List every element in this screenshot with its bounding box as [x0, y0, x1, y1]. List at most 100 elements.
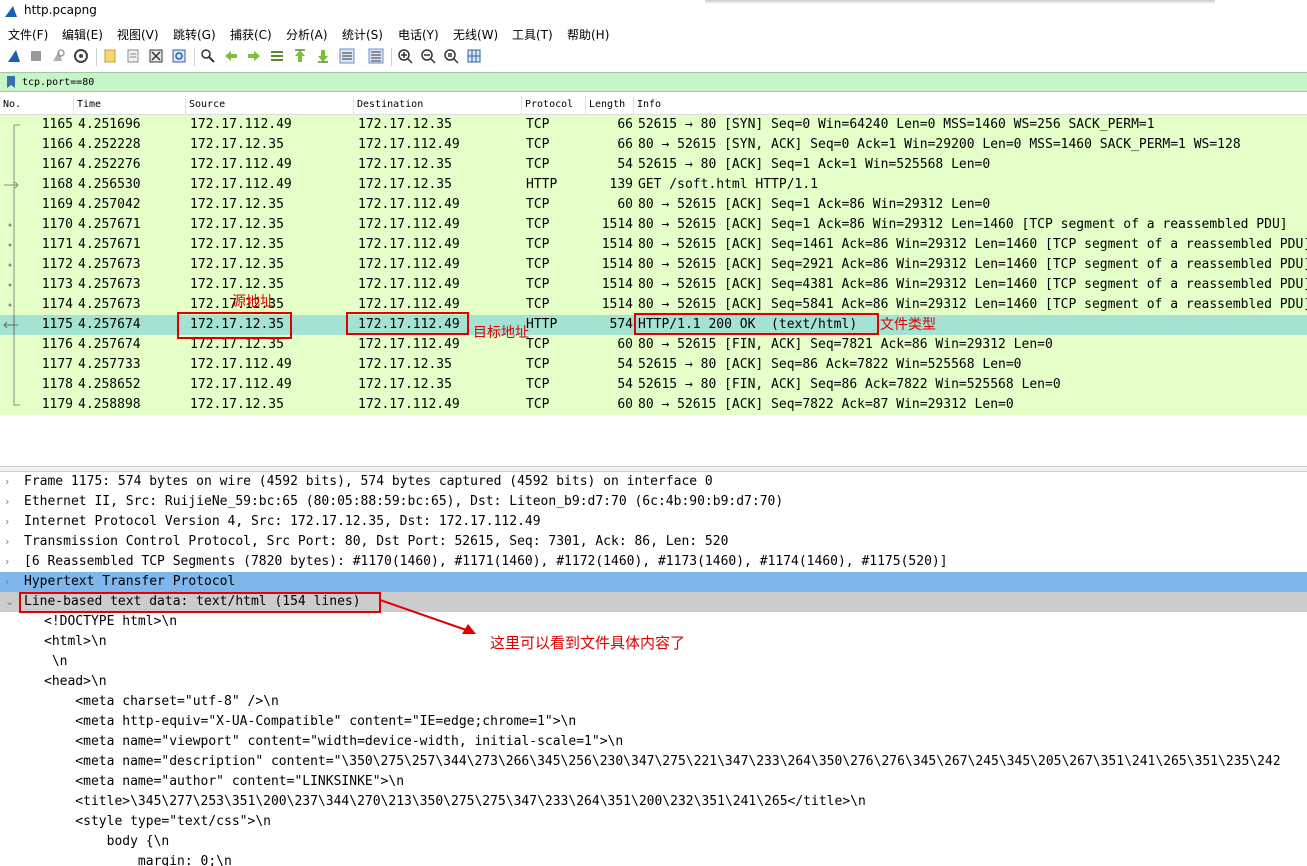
column-header-length[interactable]: Length [586, 96, 634, 114]
packet-info: 80 → 52615 [ACK] Seq=2921 Ack=86 Win=293… [638, 257, 1307, 272]
column-header-time[interactable]: Time [74, 96, 186, 114]
packet-row[interactable]: 1177 4.257733 172.17.112.49 172.17.12.35… [0, 355, 1307, 375]
detail-row-http[interactable]: › Hypertext Transfer Protocol [0, 572, 1307, 592]
packet-length: 60 [617, 197, 633, 212]
expand-arrow-icon[interactable]: › [5, 552, 17, 572]
expand-arrow-icon[interactable]: › [5, 572, 17, 592]
zoom-in-icon[interactable] [397, 48, 413, 64]
detail-row-tcp[interactable]: › Transmission Control Protocol, Src Port… [0, 532, 1307, 552]
bookmark-icon[interactable] [6, 75, 16, 89]
menu-edit[interactable]: 编辑(E) [62, 26, 103, 43]
packet-protocol: TCP [526, 237, 550, 252]
column-header-info[interactable]: Info [634, 96, 1307, 114]
packet-row[interactable]: 1167 4.252276 172.17.112.49 172.17.12.35… [0, 155, 1307, 175]
packet-row[interactable]: 1165 4.251696 172.17.112.49 172.17.12.35… [0, 115, 1307, 135]
zoom-normal-icon[interactable] [443, 48, 459, 64]
restart-icon[interactable] [50, 48, 66, 64]
expand-arrow-icon[interactable]: › [5, 492, 17, 512]
open-icon[interactable] [102, 48, 118, 64]
text-data-line[interactable]: margin: 0;\n [0, 852, 1307, 866]
packet-source: 172.17.12.35 [190, 257, 284, 272]
packet-protocol: TCP [526, 397, 550, 412]
menu-help[interactable]: 帮助(H) [567, 26, 609, 43]
packet-no: 1169 [41, 197, 73, 212]
text-data-line[interactable]: <meta http-equiv="X-UA-Compatible" conte… [0, 712, 1307, 732]
stop-icon[interactable] [28, 48, 44, 64]
column-header-destination[interactable]: Destination [354, 96, 522, 114]
packet-info: 52615 → 80 [ACK] Seq=1 Ack=1 Win=525568 … [638, 157, 991, 172]
column-header-source[interactable]: Source [186, 96, 354, 114]
packet-row[interactable]: 1166 4.252228 172.17.12.35 172.17.112.49… [0, 135, 1307, 155]
text-data-line[interactable]: body {\n [0, 832, 1307, 852]
packet-row[interactable]: 1168 4.256530 172.17.112.49 172.17.12.35… [0, 175, 1307, 195]
packet-row[interactable]: 1179 4.258898 172.17.12.35 172.17.112.49… [0, 395, 1307, 415]
text-data-line[interactable]: <head>\n [0, 672, 1307, 692]
packet-info: 80 → 52615 [ACK] Seq=1 Ack=86 Win=29312 … [638, 217, 1288, 232]
packet-time: 4.251696 [78, 117, 141, 132]
column-header-protocol[interactable]: Protocol [522, 96, 586, 114]
packet-length: 54 [617, 357, 633, 372]
collapse-arrow-icon[interactable]: ⌄ [5, 592, 17, 612]
packet-row[interactable]: 1169 4.257042 172.17.12.35 172.17.112.49… [0, 195, 1307, 215]
column-header-no[interactable]: No. [0, 96, 74, 114]
expand-arrow-icon[interactable]: › [5, 532, 17, 552]
packet-row[interactable]: 1178 4.258652 172.17.112.49 172.17.12.35… [0, 375, 1307, 395]
autoscroll-icon[interactable] [339, 48, 355, 64]
text-data-line[interactable]: <meta name="description" content="\350\2… [0, 752, 1307, 772]
packet-row[interactable]: 1173 4.257673 172.17.12.35 172.17.112.49… [0, 275, 1307, 295]
goto-icon[interactable] [269, 48, 285, 64]
menu-telephony[interactable]: 电话(Y) [398, 26, 439, 43]
packet-protocol: TCP [526, 157, 550, 172]
packet-row[interactable]: 1170 4.257671 172.17.12.35 172.17.112.49… [0, 215, 1307, 235]
expand-arrow-icon[interactable]: › [5, 472, 17, 492]
packet-length: 1514 [601, 257, 633, 272]
text-data-line[interactable]: <title>\345\277\253\351\200\237\344\270\… [0, 792, 1307, 812]
annotation-label-content: 这里可以看到文件具体内容了 [490, 634, 686, 652]
last-icon[interactable] [315, 48, 331, 64]
close-file-icon[interactable] [148, 48, 164, 64]
menu-file[interactable]: 文件(F) [8, 26, 48, 43]
menu-go[interactable]: 跳转(G) [173, 26, 216, 43]
detail-row-ethernet[interactable]: › Ethernet II, Src: RuijieNe_59:bc:65 (80… [0, 492, 1307, 512]
menu-view[interactable]: 视图(V) [117, 26, 159, 43]
packet-time: 4.257671 [78, 237, 141, 252]
display-filter-input[interactable] [22, 74, 1302, 90]
text-data-line[interactable]: <!DOCTYPE html>\n [0, 612, 1307, 632]
text-data-line[interactable]: <style type="text/css">\n [0, 812, 1307, 832]
detail-row-reassembled[interactable]: › [6 Reassembled TCP Segments (7820 bytes… [0, 552, 1307, 572]
reload-icon[interactable] [171, 48, 187, 64]
packet-source: 172.17.112.49 [190, 357, 292, 372]
packet-time: 4.252228 [78, 137, 141, 152]
menu-statistics[interactable]: 统计(S) [342, 26, 383, 43]
forward-icon[interactable] [246, 48, 262, 64]
menu-analyze[interactable]: 分析(A) [286, 26, 328, 43]
expand-arrow-icon[interactable]: › [5, 512, 17, 532]
back-icon[interactable] [223, 48, 239, 64]
colorize-icon[interactable] [368, 48, 384, 64]
detail-row-frame[interactable]: › Frame 1175: 574 bytes on wire (4592 bit… [0, 472, 1307, 492]
detail-text: <style type="text/css">\n [44, 814, 271, 829]
zoom-out-icon[interactable] [420, 48, 436, 64]
packet-info: 80 → 52615 [SYN, ACK] Seq=0 Ack=1 Win=29… [638, 137, 1241, 152]
first-icon[interactable] [292, 48, 308, 64]
menu-tools[interactable]: 工具(T) [512, 26, 553, 43]
detail-text: <meta name="author" content="LINKSINKE">… [44, 774, 405, 789]
options-icon[interactable] [73, 48, 89, 64]
packet-time: 4.257733 [78, 357, 141, 372]
packet-info: 52615 → 80 [SYN] Seq=0 Win=64240 Len=0 M… [638, 117, 1155, 132]
detail-row-ip[interactable]: › Internet Protocol Version 4, Src: 172.1… [0, 512, 1307, 532]
packet-row[interactable]: 1171 4.257671 172.17.12.35 172.17.112.49… [0, 235, 1307, 255]
packet-info: 52615 → 80 [FIN, ACK] Seq=86 Ack=7822 Wi… [638, 377, 1061, 392]
menu-capture[interactable]: 捕获(C) [230, 26, 272, 43]
menu-wireless[interactable]: 无线(W) [453, 26, 498, 43]
resize-columns-icon[interactable] [466, 48, 482, 64]
text-data-line[interactable]: \n [0, 652, 1307, 672]
text-data-line[interactable]: <meta name="author" content="LINKSINKE">… [0, 772, 1307, 792]
shark-fin-icon[interactable] [6, 48, 22, 64]
packet-row[interactable]: 1172 4.257673 172.17.12.35 172.17.112.49… [0, 255, 1307, 275]
find-icon[interactable] [200, 48, 216, 64]
text-data-line[interactable]: <meta charset="utf-8" />\n [0, 692, 1307, 712]
text-data-line[interactable]: <meta name="viewport" content="width=dev… [0, 732, 1307, 752]
recent-icon[interactable] [125, 48, 141, 64]
annotation-box-source [177, 312, 292, 339]
